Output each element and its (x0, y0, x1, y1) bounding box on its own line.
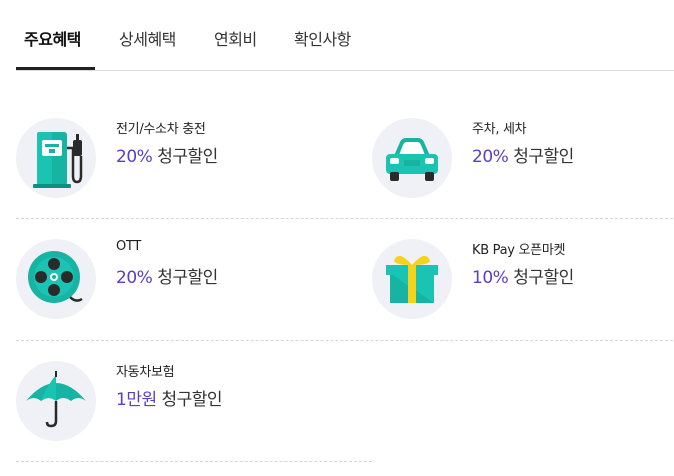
discount-label: 청구할인 (513, 147, 574, 167)
tab-detail-benefits[interactable]: 상세혜택 (119, 26, 176, 50)
gift-box-icon (372, 239, 452, 319)
discount-label: 청구할인 (513, 268, 574, 288)
row-divider (16, 461, 372, 462)
discount-rate: 1만원 (116, 390, 157, 410)
benefit-title: 주차, 세차 (472, 122, 527, 137)
benefit-title: 자동차보험 (116, 365, 175, 380)
benefit-discount: 20% 청구할인 (472, 142, 574, 167)
active-tab-indicator (16, 67, 95, 70)
discount-rate: 20% (116, 147, 153, 167)
benefit-title: OTT (116, 239, 141, 254)
benefit-item-ott[interactable]: OTT 20% 청구할인 (16, 239, 356, 321)
row-divider (16, 218, 673, 219)
benefit-discount: 10% 청구할인 (472, 263, 574, 288)
row-divider (16, 340, 673, 341)
benefit-title: KB Pay 오픈마켓 (472, 243, 566, 258)
benefit-item-auto-insurance[interactable]: 자동차보험 1만원 청구할인 (16, 361, 356, 443)
tab-main-benefits[interactable]: 주요혜택 (24, 26, 81, 50)
benefit-item-ev-charging[interactable]: 전기/수소차 충전 20% 청구할인 (16, 118, 356, 200)
benefit-title: 전기/수소차 충전 (116, 122, 206, 137)
discount-rate: 10% (472, 268, 509, 288)
umbrella-icon (16, 361, 96, 441)
benefit-discount: 20% 청구할인 (116, 142, 218, 167)
car-icon (372, 118, 452, 198)
discount-label: 청구할인 (157, 147, 218, 167)
benefit-discount: 20% 청구할인 (116, 263, 218, 288)
discount-label: 청구할인 (157, 268, 218, 288)
film-reel-icon (16, 239, 96, 319)
discount-rate: 20% (472, 147, 509, 167)
discount-rate: 20% (116, 268, 153, 288)
benefit-tabs: 주요혜택 상세혜택 연회비 확인사항 (16, 0, 674, 71)
benefit-discount: 1만원 청구할인 (116, 385, 223, 410)
discount-label: 청구할인 (161, 390, 223, 410)
benefit-item-parking-carwash[interactable]: 주차, 세차 20% 청구할인 (372, 118, 672, 200)
benefit-item-kbpay-openmarket[interactable]: KB Pay 오픈마켓 10% 청구할인 (372, 239, 672, 321)
ev-charger-icon (16, 118, 96, 198)
tab-notices[interactable]: 확인사항 (294, 26, 351, 50)
tab-annual-fee[interactable]: 연회비 (214, 26, 257, 50)
